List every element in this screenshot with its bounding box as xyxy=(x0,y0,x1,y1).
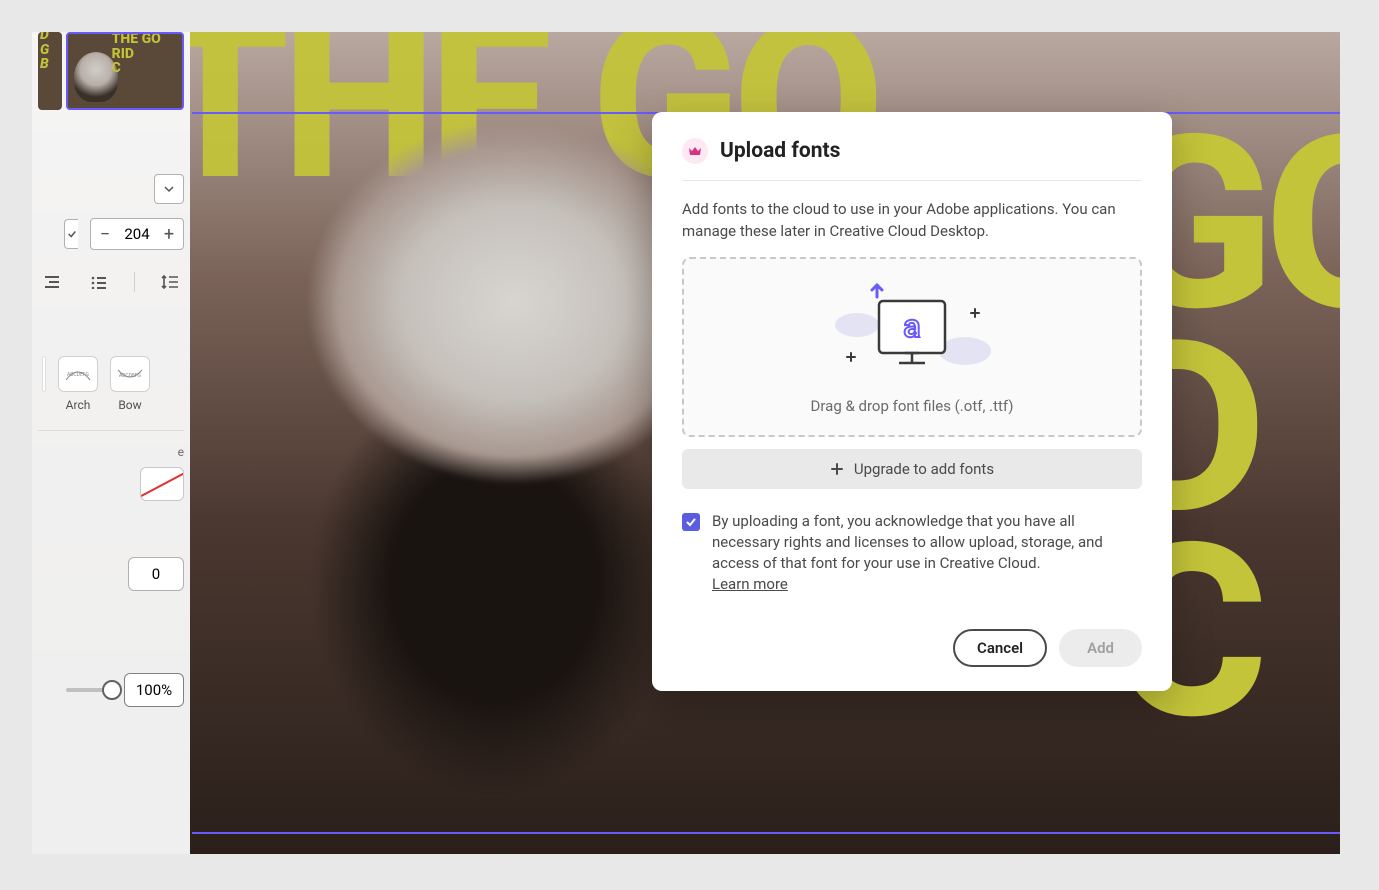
consent-row: By uploading a font, you acknowledge tha… xyxy=(682,511,1142,595)
learn-more-link[interactable]: Learn more xyxy=(712,575,788,593)
consent-checkbox[interactable] xyxy=(682,513,700,531)
add-button[interactable]: Add xyxy=(1059,629,1142,667)
premium-crown-icon xyxy=(682,138,708,164)
app-canvas: THE GO GO D C D G B THE GO RID C − xyxy=(32,32,1340,854)
upload-fonts-modal: Upload fonts Add fonts to the cloud to u… xyxy=(652,112,1172,691)
plus-icon xyxy=(830,462,844,476)
svg-text:a: a xyxy=(903,307,920,345)
consent-text: By uploading a font, you acknowledge tha… xyxy=(712,511,1142,595)
modal-actions: Cancel Add xyxy=(682,629,1142,667)
modal-description: Add fonts to the cloud to use in your Ad… xyxy=(682,199,1142,243)
modal-title: Upload fonts xyxy=(720,139,840,163)
upgrade-label: Upgrade to add fonts xyxy=(854,460,994,478)
upgrade-button[interactable]: Upgrade to add fonts xyxy=(682,449,1142,489)
modal-overlay: Upload fonts Add fonts to the cloud to u… xyxy=(32,32,1340,854)
dropzone-text: Drag & drop font files (.otf, .ttf) xyxy=(700,397,1124,415)
check-icon xyxy=(685,516,697,528)
modal-header: Upload fonts xyxy=(682,138,1142,181)
dropzone-illustration: a xyxy=(700,283,1124,383)
font-dropzone[interactable]: a Drag & drop font files (.otf, .ttf) xyxy=(682,257,1142,437)
cancel-button[interactable]: Cancel xyxy=(953,629,1047,667)
